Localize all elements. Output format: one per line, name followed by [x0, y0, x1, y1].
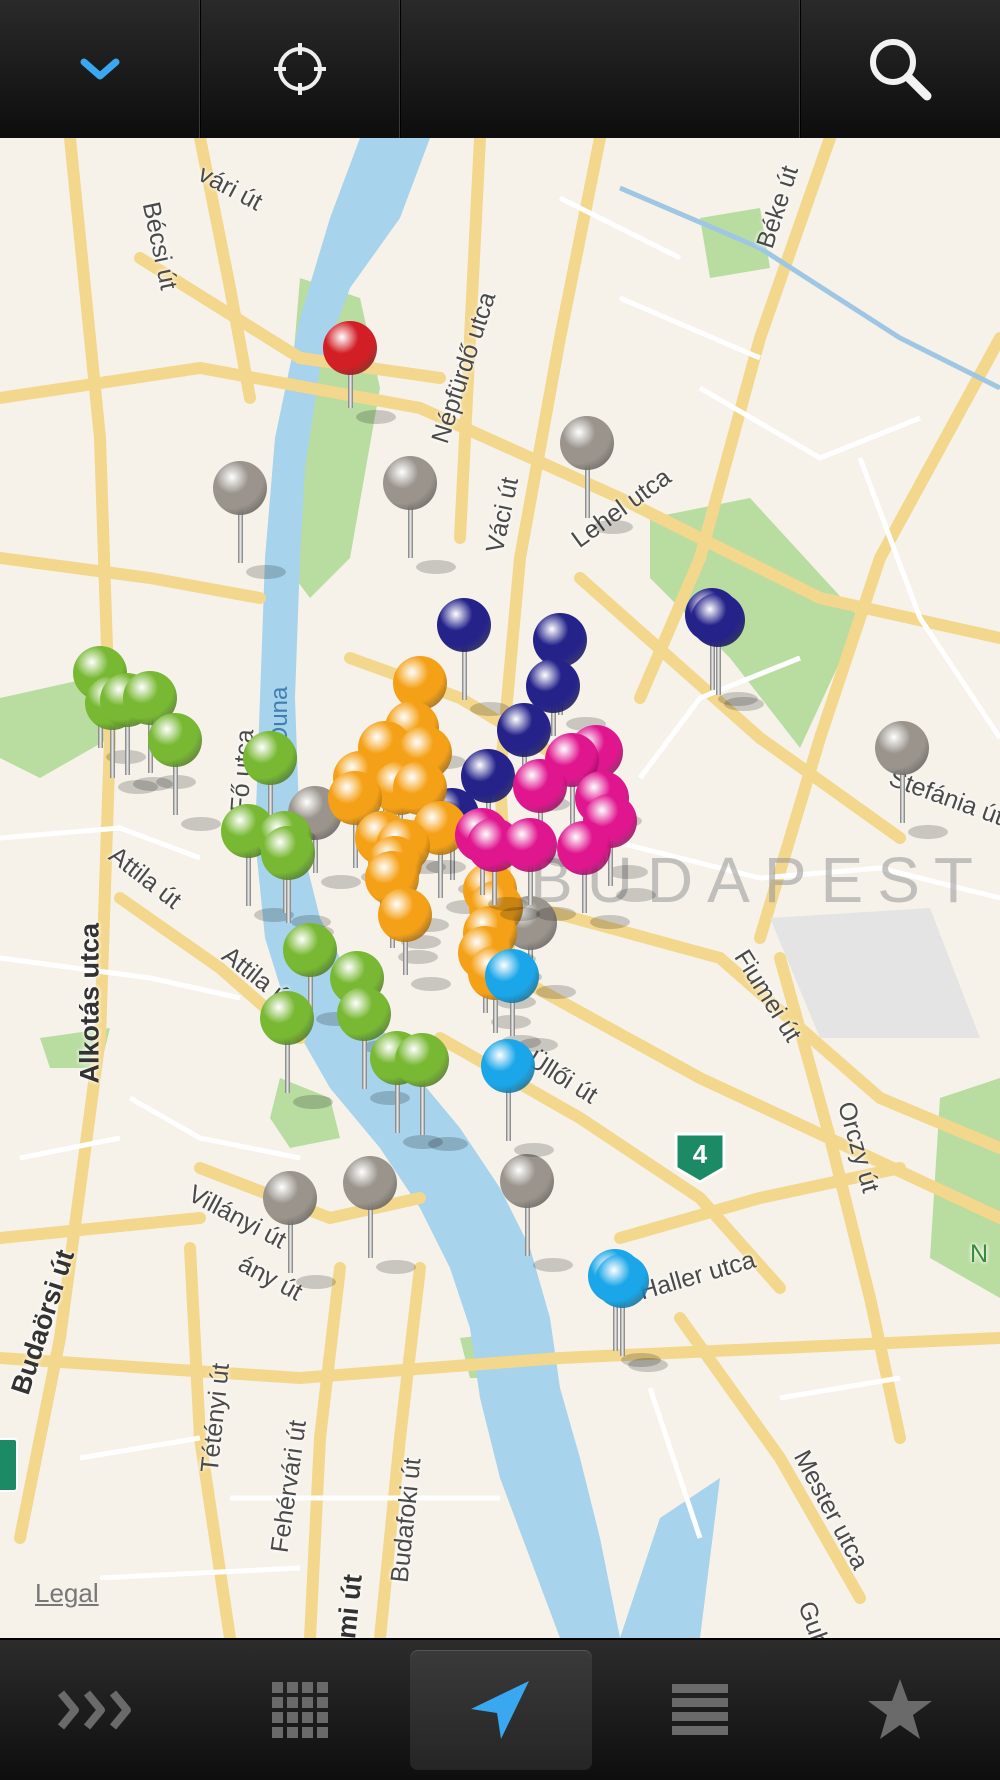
list-icon [672, 1684, 728, 1735]
route-shield-partial [0, 1438, 18, 1492]
grid-icon [272, 1682, 328, 1738]
tab-list[interactable] [600, 1640, 800, 1780]
route-shield: 4 [672, 1128, 728, 1184]
top-toolbar [0, 0, 1000, 140]
star-icon [868, 1679, 932, 1739]
street-label: N [970, 1240, 989, 1268]
route-shield-number: 4 [692, 1138, 708, 1169]
more-icon [57, 1690, 131, 1730]
search-button[interactable] [800, 0, 1000, 138]
crosshair-icon [274, 43, 326, 95]
tab-map[interactable] [400, 1640, 600, 1780]
tab-more[interactable] [0, 1640, 200, 1780]
locate-button[interactable] [200, 0, 400, 138]
legal-link[interactable]: Legal [35, 1578, 99, 1609]
bottom-tab-bar [0, 1638, 1000, 1780]
collapse-button[interactable] [0, 0, 200, 138]
search-icon [870, 39, 932, 101]
tab-grid[interactable] [200, 1640, 400, 1780]
map-view[interactable]: Bécsi út vári út Népfürdő utca Váci út L… [0, 138, 1000, 1638]
tab-favorites[interactable] [800, 1640, 1000, 1780]
navigation-arrow-icon [471, 1681, 529, 1739]
street-label: Alkotás utca [74, 922, 105, 1084]
chevron-down-icon [80, 58, 120, 80]
